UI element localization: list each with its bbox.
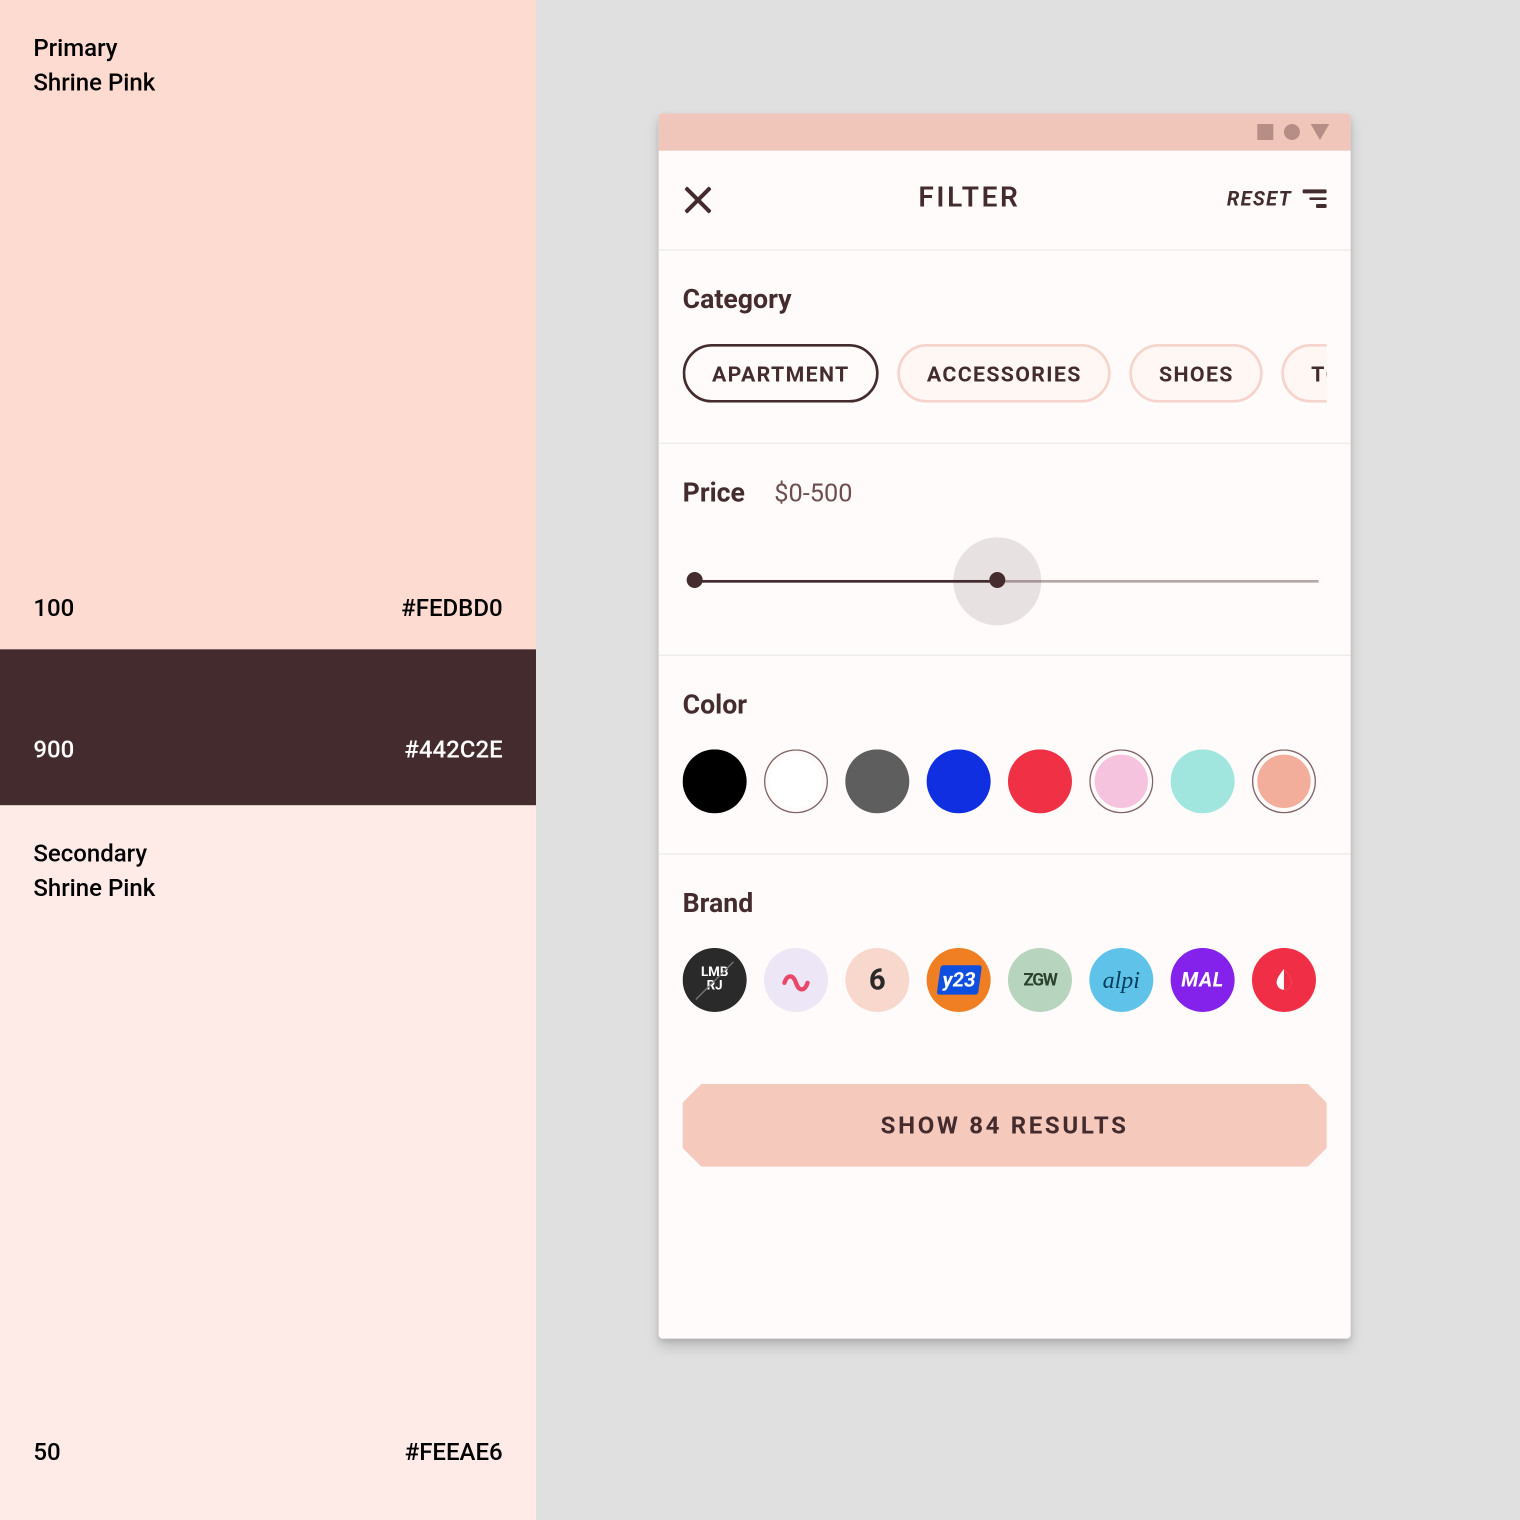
color-red[interactable] (1008, 749, 1072, 813)
reset-label: RESET (1227, 187, 1292, 211)
color-black[interactable] (683, 749, 747, 813)
price-slider[interactable] (683, 548, 1327, 615)
color-heading: Color (683, 688, 1327, 720)
swatch-weight: 100 (33, 595, 74, 623)
swatch-title: Primary (33, 29, 502, 69)
brand-zgw[interactable]: ZGW (1008, 948, 1072, 1012)
swatch-title: Secondary (33, 835, 502, 875)
status-bar (659, 113, 1351, 150)
chip-more[interactable]: TO (1282, 344, 1327, 403)
slider-thumb-min[interactable] (687, 572, 703, 588)
brand-drop[interactable] (1252, 948, 1316, 1012)
chip-apartment[interactable]: APARTMENT (683, 344, 879, 403)
chip-shoes[interactable]: SHOES (1130, 344, 1263, 403)
category-chip-row: APARTMENT ACCESSORIES SHOES TO (683, 344, 1327, 403)
reset-button[interactable]: RESET (1227, 187, 1327, 211)
filter-header: FILTER RESET (659, 151, 1351, 250)
squiggle-icon (779, 963, 814, 998)
brand-y23[interactable]: y23 (927, 948, 991, 1012)
brand-mal[interactable]: MAL (1171, 948, 1235, 1012)
swatch-subtitle: Shrine Pink (33, 875, 502, 903)
color-section: Color (659, 655, 1351, 854)
square-icon (1257, 124, 1273, 140)
brand-squiggle[interactable] (764, 948, 828, 1012)
color-blue[interactable] (927, 749, 991, 813)
color-palette-panel: Primary Shrine Pink 100 #FEDBD0 900 #442… (0, 0, 536, 1520)
show-results-button[interactable]: SHOW 84 RESULTS (683, 1084, 1327, 1167)
color-teal[interactable] (1171, 749, 1235, 813)
circle-icon (1284, 124, 1300, 140)
drop-icon (1269, 965, 1298, 994)
spacer (659, 1065, 1351, 1084)
color-pink[interactable] (1089, 749, 1153, 813)
category-section: Category APARTMENT ACCESSORIES SHOES TO (659, 249, 1351, 442)
brand-lmb[interactable]: LMBRJ (683, 948, 747, 1012)
price-range-label: $0-500 (774, 477, 852, 508)
brand-section: Brand LMBRJ 6 y23 ZGW alpi MAL (659, 853, 1351, 1065)
brand-six[interactable]: 6 (845, 948, 909, 1012)
swatch-primary-100: Primary Shrine Pink 100 #FEDBD0 (0, 0, 536, 649)
swatch-weight: 50 (33, 1439, 60, 1467)
swatch-weight: 900 (33, 736, 74, 764)
chip-accessories[interactable]: ACCESSORIES (898, 344, 1111, 403)
swatch-hex: #FEEAE6 (405, 1439, 503, 1467)
brand-heading: Brand (683, 887, 1327, 919)
filter-panel-mockup: FILTER RESET Category APARTMENT ACCESSOR… (659, 113, 1351, 1338)
show-results-label: SHOW 84 RESULTS (881, 1111, 1129, 1139)
color-swatch-row (683, 749, 1327, 813)
brand-row: LMBRJ 6 y23 ZGW alpi MAL (683, 948, 1327, 1012)
slider-thumb-max[interactable] (989, 572, 1005, 588)
slider-track-active (691, 580, 994, 583)
swatch-hex: #442C2E (404, 736, 502, 764)
color-gray[interactable] (845, 749, 909, 813)
swatch-secondary-50: Secondary Shrine Pink 50 #FEEAE6 (0, 805, 536, 1520)
color-white[interactable] (764, 749, 828, 813)
category-heading: Category (683, 283, 1327, 315)
swatch-hex: #FEDBD0 (401, 595, 502, 623)
price-section: Price $0-500 (659, 443, 1351, 655)
color-peach[interactable] (1252, 749, 1316, 813)
swatch-primary-900: 900 #442C2E (0, 649, 536, 805)
close-icon[interactable] (683, 184, 712, 213)
filter-title: FILTER (918, 183, 1020, 215)
triangle-down-icon (1311, 124, 1330, 140)
brand-alpi[interactable]: alpi (1089, 948, 1153, 1012)
swatch-subtitle: Shrine Pink (33, 69, 502, 97)
price-heading: Price (683, 476, 745, 508)
sort-lines-icon (1303, 190, 1327, 208)
